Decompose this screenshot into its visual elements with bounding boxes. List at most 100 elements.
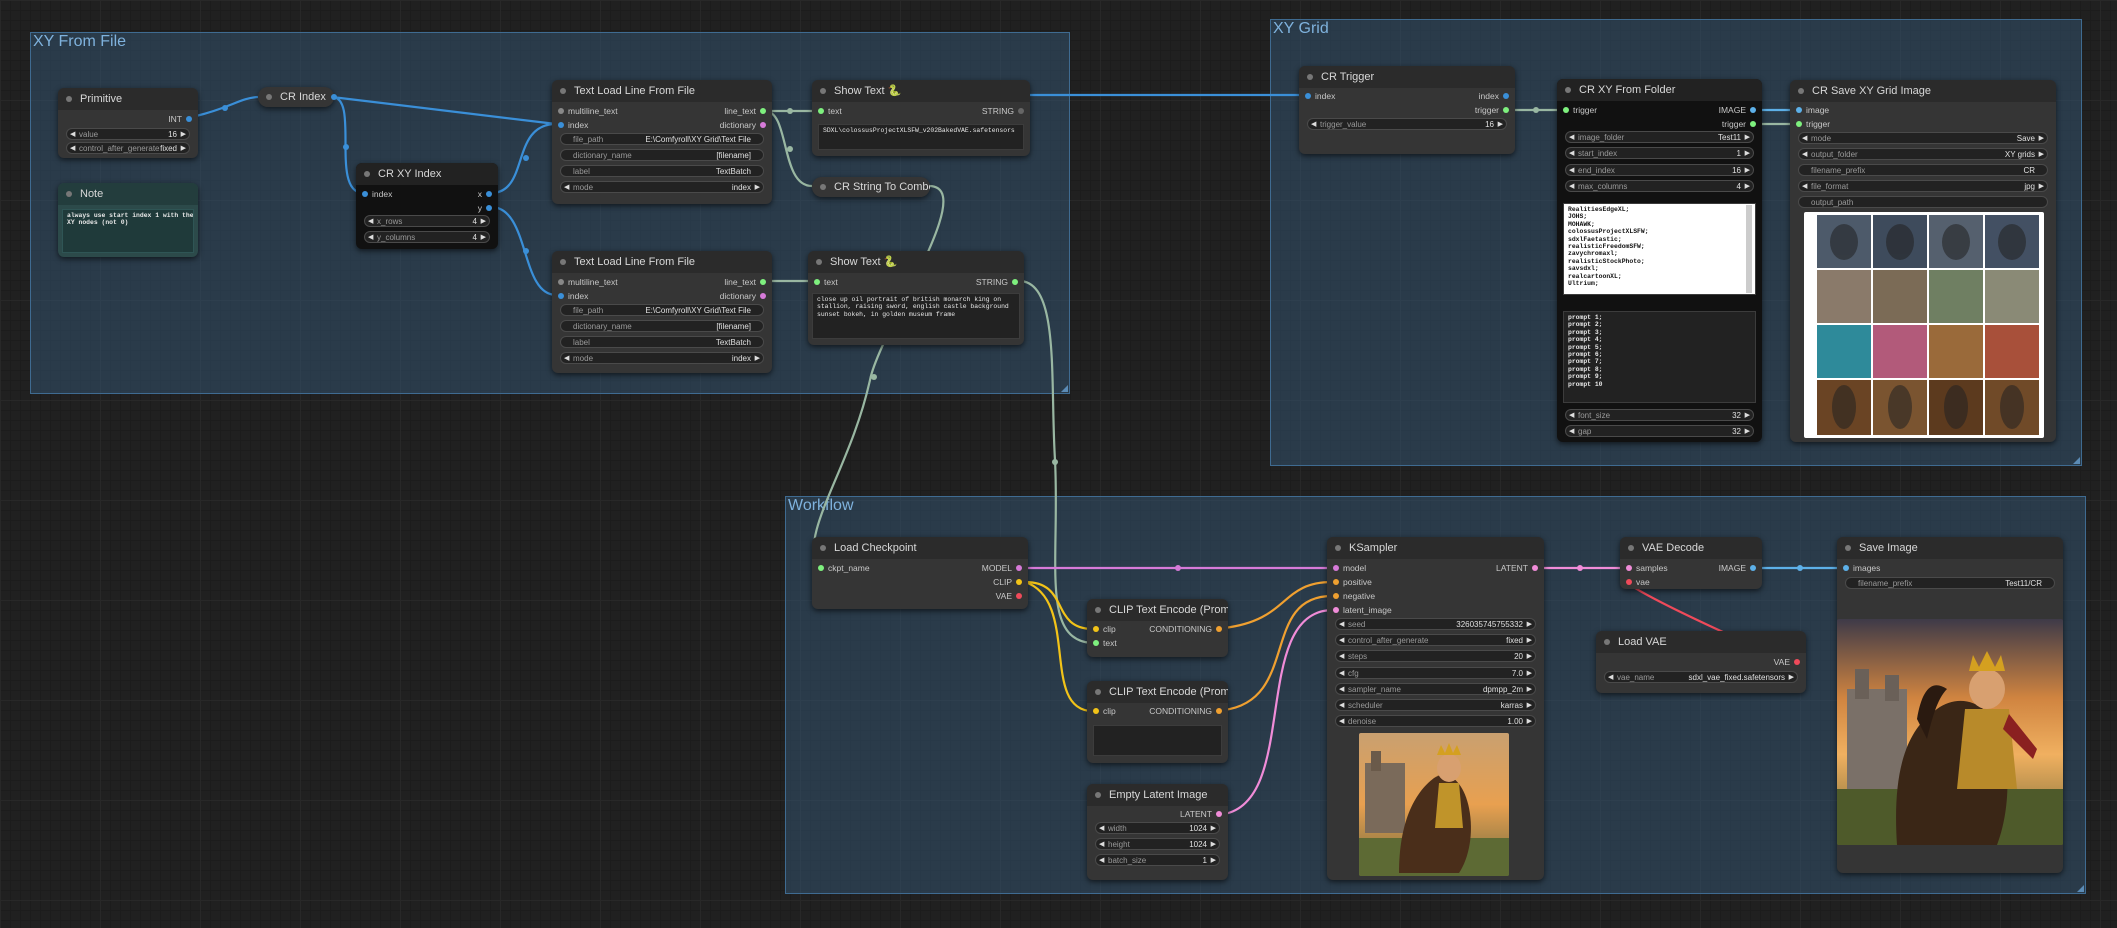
node-cr-xy-index[interactable]: CR XY Index index x y ◀ x_rows 4 ▶ ◀ y_colum… [356, 163, 498, 249]
file-format-widget[interactable]: ◀ file_format jpg ▶ [1798, 180, 2048, 192]
collapse-dot-icon[interactable] [1307, 74, 1313, 80]
node-cr-trigger[interactable]: CR Trigger index index trigger ◀ trigger_… [1299, 66, 1515, 154]
height-widget[interactable]: ◀ height 1024 ▶ [1095, 838, 1220, 850]
mode-widget[interactable]: ◀ mode index ▶ [560, 352, 764, 364]
output-slot-x[interactable]: x [478, 187, 492, 201]
denoise-widget[interactable]: ◀ denoise 1.00 ▶ [1335, 715, 1536, 727]
output-slot-line-text[interactable]: line_text [724, 275, 766, 289]
filename-prefix-widget[interactable]: filename_prefix Test11/CR [1845, 577, 2055, 589]
gap-widget[interactable]: ◀ gap 32 ▶ [1565, 425, 1754, 437]
note-text[interactable]: always use start index 1 with the XY nod… [62, 209, 194, 253]
node-title[interactable]: Text Load Line From File [552, 251, 772, 273]
output-slot-conditioning[interactable]: CONDITIONING [1149, 704, 1222, 718]
collapse-dot-icon[interactable] [820, 545, 826, 551]
collapse-dot-icon[interactable] [1335, 545, 1341, 551]
resize-grip-icon[interactable] [1061, 385, 1068, 392]
dictionary-name-widget[interactable]: dictionary_name [filename] [560, 320, 764, 332]
input-slot-index[interactable]: index [558, 289, 588, 303]
scheduler-widget[interactable]: ◀ scheduler karras ▶ [1335, 699, 1536, 711]
input-slot-image[interactable]: image [1796, 103, 1829, 117]
input-slot-index[interactable]: index [362, 187, 392, 201]
output-slot-latent[interactable]: LATENT [1496, 561, 1538, 575]
input-slot-ckpt-name[interactable]: ckpt_name [818, 561, 870, 575]
max-columns-widget[interactable]: ◀ max_columns 4 ▶ [1565, 180, 1754, 192]
input-slot-samples[interactable]: samples [1626, 561, 1668, 575]
node-cr-string-to-combo[interactable]: CR String To Combo [812, 177, 930, 197]
output-slot-dictionary[interactable]: dictionary [720, 289, 766, 303]
resize-grip-icon[interactable] [2077, 885, 2084, 892]
output-slot-index[interactable]: index [1479, 89, 1509, 103]
output-slot-image[interactable]: IMAGE [1719, 103, 1756, 117]
control-after-generate-widget[interactable]: ◀ control_after_generate fixed ▶ [1335, 634, 1536, 646]
node-title[interactable]: CR Trigger [1299, 66, 1515, 88]
collapse-dot-icon[interactable] [1565, 87, 1571, 93]
prompts-textarea[interactable]: prompt 1; prompt 2; prompt 3; prompt 4; … [1563, 311, 1756, 403]
node-clip-text-encode-negative[interactable]: CLIP Text Encode (Prompt) clip CONDITION… [1087, 681, 1228, 763]
node-title[interactable]: CR XY Index [356, 163, 498, 185]
mode-widget[interactable]: ◀ mode Save ▶ [1798, 132, 2048, 144]
node-title[interactable]: VAE Decode [1620, 537, 1762, 559]
trigger-value-widget[interactable]: ◀ trigger_value 16 ▶ [1307, 118, 1507, 130]
output-slot-dictionary[interactable]: dictionary [720, 118, 766, 132]
collapse-dot-icon[interactable] [1095, 792, 1101, 798]
seed-widget[interactable]: ◀ seed 326035745755332 ▶ [1335, 618, 1536, 630]
node-title[interactable]: Load VAE [1596, 631, 1806, 653]
output-slot-image[interactable]: IMAGE [1719, 561, 1756, 575]
node-note[interactable]: Note always use start index 1 with the X… [58, 183, 198, 257]
collapse-dot-icon[interactable] [1628, 545, 1634, 551]
node-load-checkpoint[interactable]: Load Checkpoint ckpt_name MODEL CLIP VAE [812, 537, 1028, 609]
node-empty-latent-image[interactable]: Empty Latent Image LATENT ◀ width 1024 ▶ ◀ h… [1087, 784, 1228, 880]
node-show-text-2[interactable]: Show Text 🐍 text STRING close up oil por… [808, 251, 1024, 345]
collapse-dot-icon[interactable] [820, 88, 826, 94]
collapse-dot-icon[interactable] [364, 171, 370, 177]
collapse-dot-icon[interactable] [1604, 639, 1610, 645]
node-title[interactable]: Primitive [58, 88, 198, 110]
node-title[interactable]: CLIP Text Encode (Prompt) [1087, 599, 1228, 621]
image-folder-widget[interactable]: ◀ image_folder Test11 ▶ [1565, 131, 1754, 143]
node-title[interactable]: CR Index [258, 87, 334, 107]
node-text-load-line-1[interactable]: Text Load Line From File multiline_text … [552, 80, 772, 204]
collapse-dot-icon[interactable] [816, 259, 822, 265]
output-slot-trigger[interactable]: trigger [1475, 103, 1509, 117]
collapse-dot-icon[interactable] [266, 94, 272, 100]
collapse-dot-icon[interactable] [66, 96, 72, 102]
output-folder-widget[interactable]: ◀ output_folder XY grids ▶ [1798, 148, 2048, 160]
node-primitive[interactable]: Primitive INT ◀ value 16 ▶ ◀ control_after_g… [58, 88, 198, 158]
output-slot-trigger[interactable]: trigger [1722, 117, 1756, 131]
output-slot-string[interactable]: STRING [982, 104, 1024, 118]
collapse-dot-icon[interactable] [560, 259, 566, 265]
collapse-dot-icon[interactable] [1798, 88, 1804, 94]
collapse-dot-icon[interactable] [1095, 689, 1101, 695]
input-slot-text[interactable]: text [814, 275, 838, 289]
value-widget[interactable]: ◀ value 16 ▶ [66, 128, 190, 140]
node-clip-text-encode-positive[interactable]: CLIP Text Encode (Prompt) clip CONDITION… [1087, 599, 1228, 657]
collapse-dot-icon[interactable] [820, 184, 826, 190]
y-columns-widget[interactable]: ◀ y_columns 4 ▶ [364, 231, 490, 243]
node-title[interactable]: Show Text 🐍 [808, 251, 1024, 273]
models-textarea[interactable]: RealitiesEdgeXL; JOHS; MOHAWK; colossusP… [1563, 203, 1756, 295]
output-slot-vae[interactable]: VAE [1774, 655, 1800, 669]
node-title[interactable]: Note [58, 183, 198, 205]
cfg-widget[interactable]: ◀ cfg 7.0 ▶ [1335, 667, 1536, 679]
node-ksampler[interactable]: KSampler model LATENT positive negative … [1327, 537, 1544, 880]
node-cr-save-xy-grid[interactable]: CR Save XY Grid Image image trigger ◀ mod… [1790, 80, 2056, 442]
collapse-dot-icon[interactable] [1095, 607, 1101, 613]
node-title[interactable]: CR XY From Folder [1557, 79, 1762, 101]
resize-grip-icon[interactable] [2073, 457, 2080, 464]
node-cr-xy-from-folder[interactable]: CR XY From Folder trigger IMAGE trigger … [1557, 79, 1762, 442]
input-slot-multiline[interactable]: multiline_text [558, 275, 618, 289]
start-index-widget[interactable]: ◀ start_index 1 ▶ [1565, 147, 1754, 159]
steps-widget[interactable]: ◀ steps 20 ▶ [1335, 650, 1536, 662]
output-slot-y[interactable]: y [478, 201, 492, 215]
node-save-image[interactable]: Save Image images filename_prefix Test11/… [1837, 537, 2063, 873]
node-title[interactable]: Save Image [1837, 537, 2063, 559]
node-title[interactable]: Empty Latent Image [1087, 784, 1228, 806]
output-slot-int[interactable]: INT [168, 112, 192, 126]
input-slot-vae[interactable]: vae [1626, 575, 1650, 589]
scrollbar[interactable] [1746, 205, 1752, 293]
node-text-load-line-2[interactable]: Text Load Line From File multiline_text … [552, 251, 772, 373]
node-cr-index[interactable]: CR Index [258, 87, 337, 107]
x-rows-widget[interactable]: ◀ x_rows 4 ▶ [364, 215, 490, 227]
input-slot-positive[interactable]: positive [1333, 575, 1372, 589]
show-text-content[interactable]: SDXL\colossusProjectXLSFW_v202BakedVAE.s… [818, 124, 1024, 150]
